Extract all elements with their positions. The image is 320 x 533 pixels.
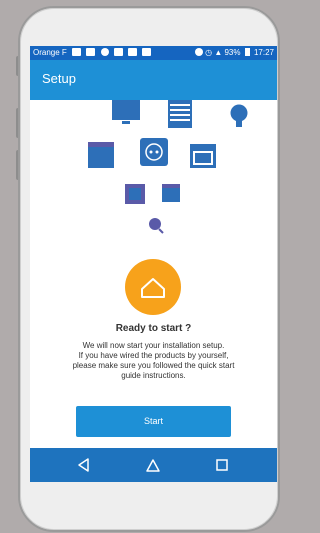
page-title: Setup (42, 71, 76, 86)
navigation-bar (30, 448, 277, 482)
status-right: ◷ ▲ 93% 17:27 (192, 46, 274, 60)
description: We will now start your installation setu… (30, 341, 277, 381)
description-line: guide instructions. (121, 371, 186, 380)
ready-heading: Ready to start ? (115, 323, 192, 334)
sync-icon (100, 48, 109, 56)
clock: 17:27 (253, 48, 274, 57)
notification-icon (72, 48, 82, 56)
start-button[interactable]: Start (76, 406, 231, 437)
lightbulb-icon (230, 104, 248, 127)
home-nav-icon[interactable] (144, 456, 162, 474)
description-line: We will now start your installation setu… (82, 341, 225, 350)
boiler-icon (190, 144, 216, 168)
image-icon (142, 48, 152, 56)
plug-icon (140, 138, 168, 166)
app-bar: Setup (30, 60, 277, 100)
battery-icon (244, 48, 250, 56)
window-icon (125, 184, 145, 204)
app-icon (127, 48, 137, 56)
dnd-icon (194, 48, 203, 56)
blind-icon (162, 184, 180, 202)
wifi-icon: ◷ (205, 48, 213, 57)
calendar-icon (86, 48, 96, 56)
screen: Orange F ◷ ▲ 93% 17:27 Setup Ready to st… (30, 46, 277, 482)
description-line: If you have wired the products by yourse… (78, 351, 229, 360)
stage: Orange F ◷ ▲ 93% 17:27 Setup Ready to st… (0, 0, 281, 533)
tv-icon (112, 100, 140, 124)
home-icon (141, 278, 165, 298)
app-icon (113, 48, 123, 56)
sensor-icon (149, 218, 164, 234)
back-icon[interactable] (75, 456, 93, 474)
carrier-label: Orange F (33, 48, 67, 57)
home-badge (125, 259, 181, 315)
status-left: Orange F (33, 46, 152, 60)
status-bar: Orange F ◷ ▲ 93% 17:27 (30, 46, 277, 60)
battery-percent: 93% (224, 48, 241, 57)
description-line: please make sure you followed the quick … (72, 361, 235, 370)
shutter-icon (168, 100, 192, 128)
recents-icon[interactable] (213, 456, 231, 474)
oven-icon (88, 142, 114, 168)
signal-icon: ▲ (214, 48, 223, 57)
